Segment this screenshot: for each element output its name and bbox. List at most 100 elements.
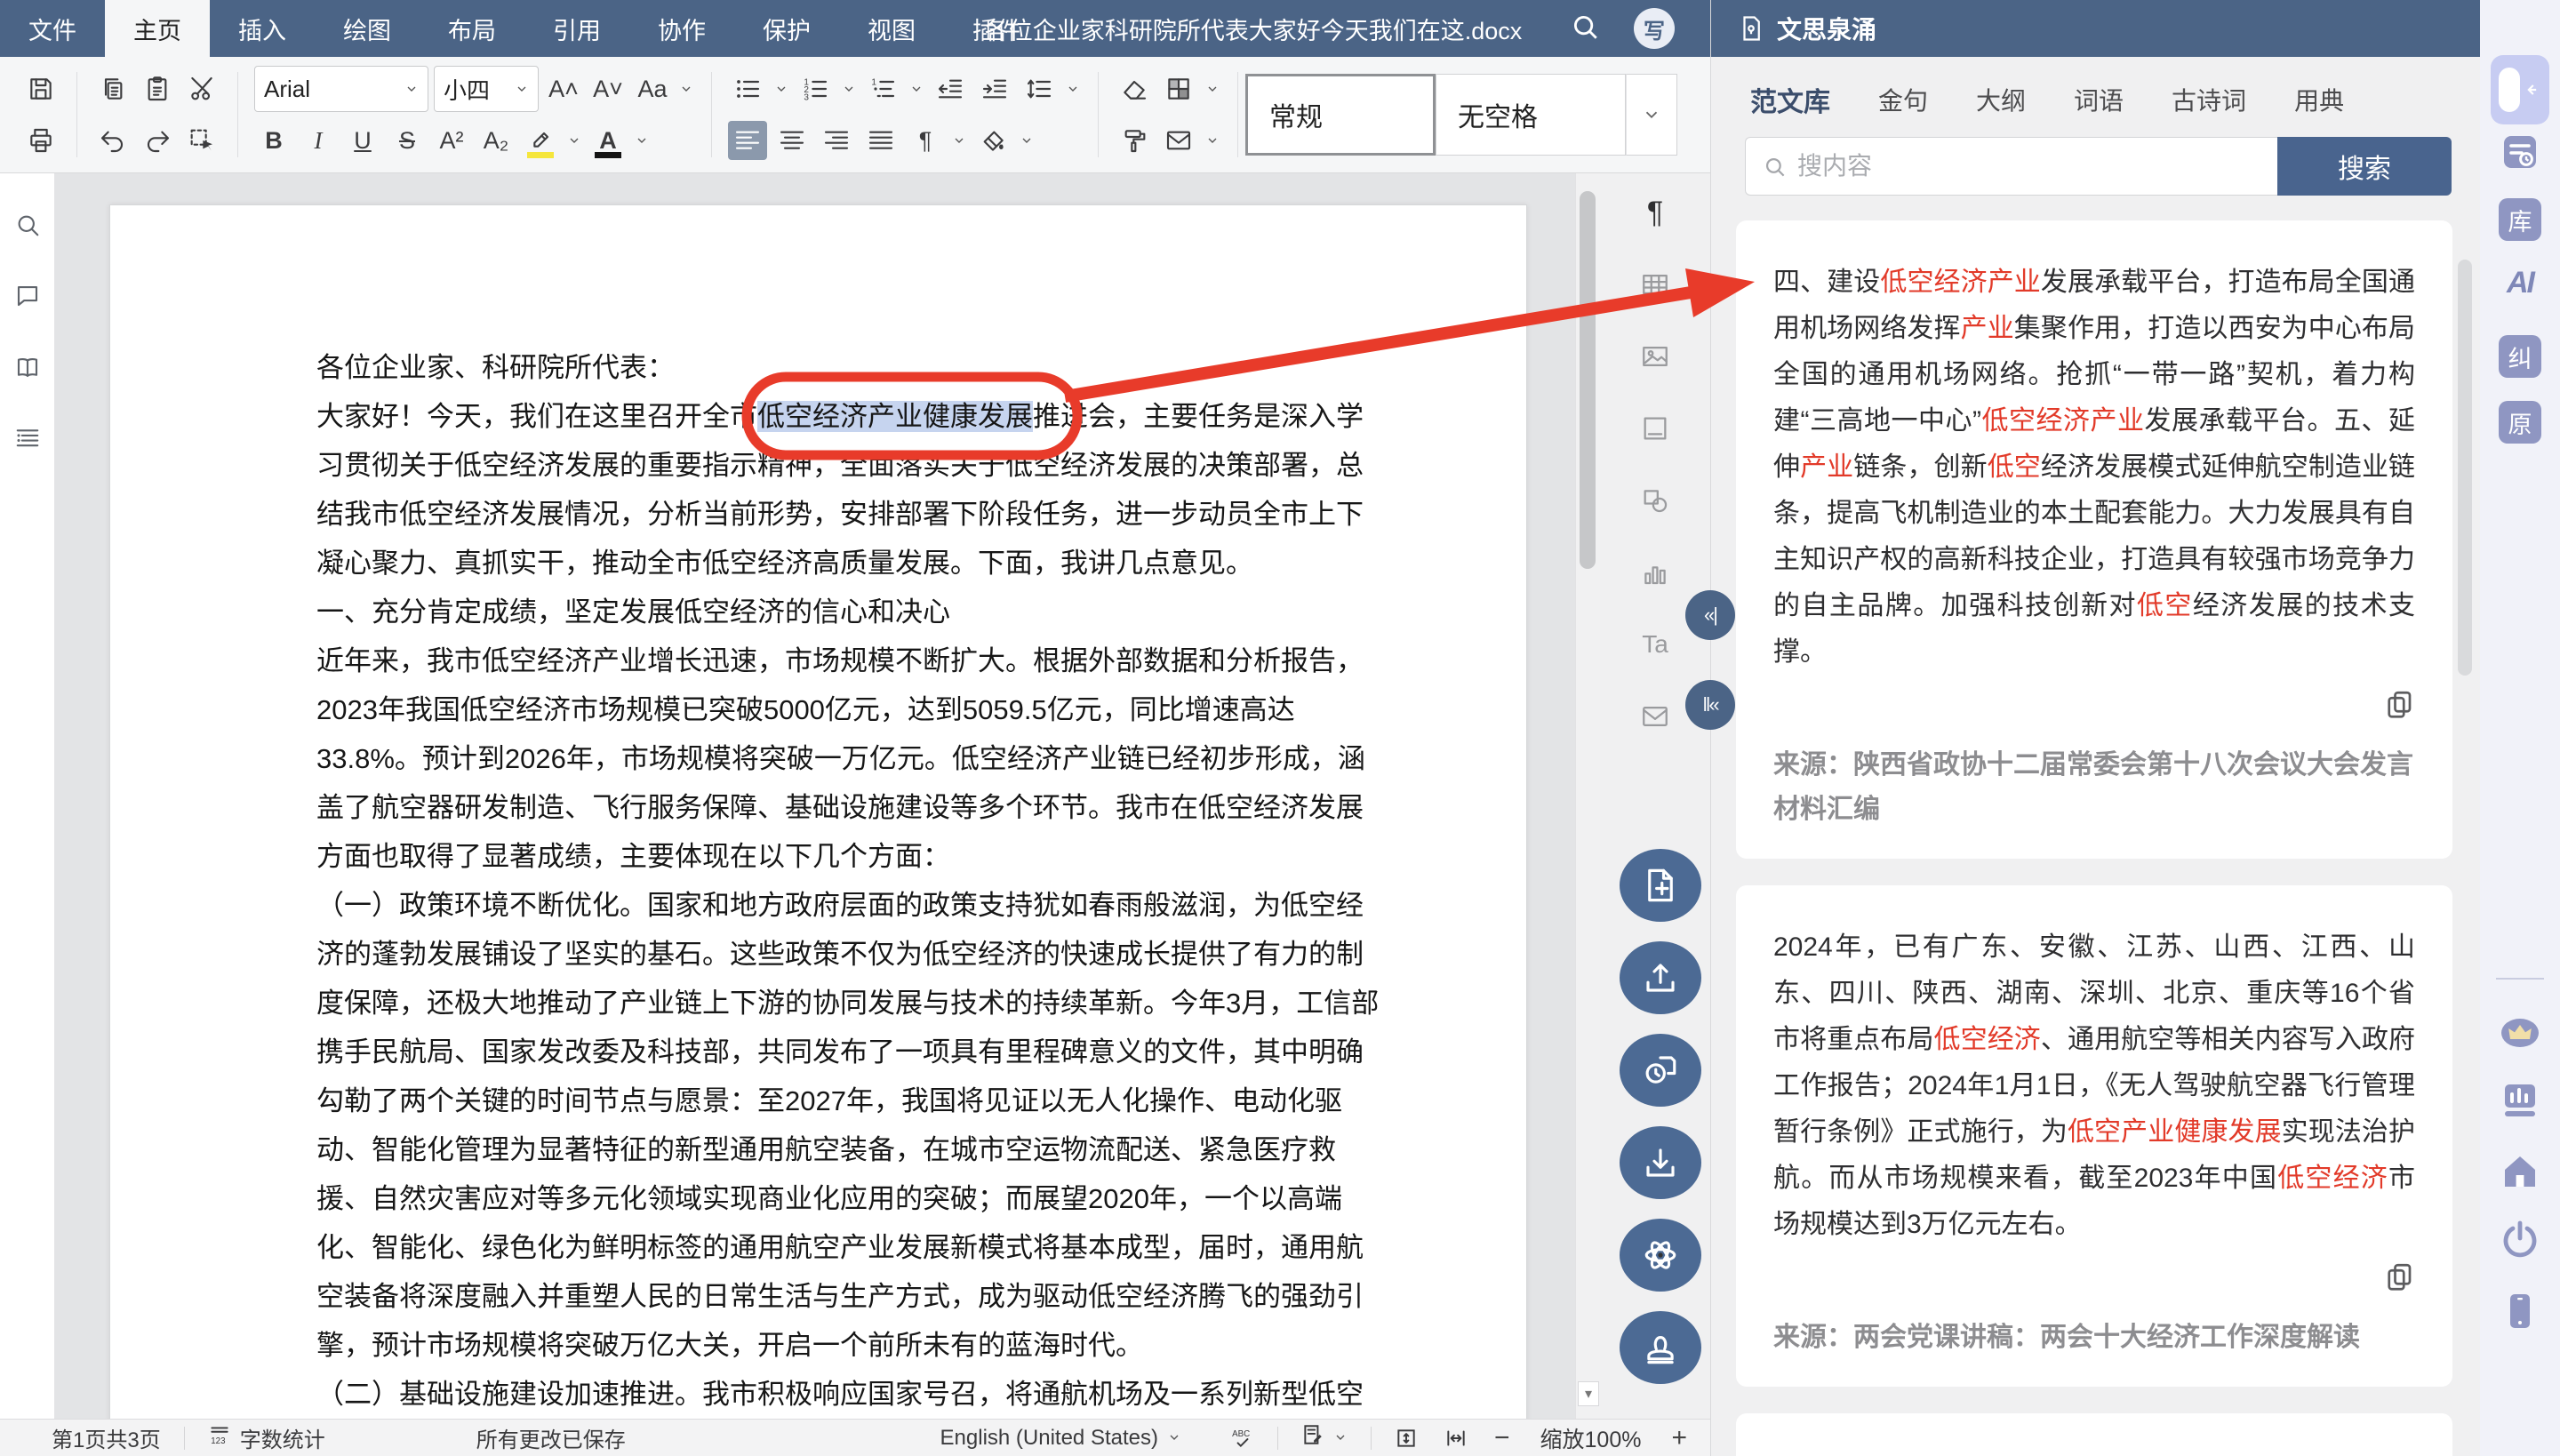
zoom-in-button[interactable]: + [1671,1423,1687,1453]
document-line[interactable]: 空装备将深度融入并重塑人民的日常生活与生产方式，成为驱动低空经济腾飞的强劲引 [316,1272,1446,1321]
increase-indent-button[interactable] [975,69,1014,108]
correct-icon[interactable]: 纠 [2499,335,2541,378]
superscript-button[interactable]: A² [432,121,471,160]
menu-tab-文件[interactable]: 文件 [0,0,105,57]
document-line[interactable]: 盖了航空器研发制造、飞行服务保障、基础设施建设等多个环节。我市在低空经济发展 [316,783,1446,832]
outline-icon[interactable] [10,420,45,456]
search-icon[interactable] [10,207,45,243]
panel-tab-用典[interactable]: 用典 [2294,82,2344,117]
font-name-select[interactable]: Arial [254,66,428,112]
bold-button[interactable]: B [254,121,293,160]
stamp-button[interactable] [1620,1311,1701,1384]
highlight-color-button[interactable] [521,121,560,160]
copy-icon[interactable] [1773,688,2415,720]
change-case-button[interactable]: Aa [633,69,672,108]
document-line[interactable]: 33.8%。预计到2026年，市场规模将突破一万亿元。低空经济产业链已经初步形成… [316,734,1446,783]
align-left-button[interactable] [728,121,767,160]
decrease-font-button[interactable]: A˅ [588,69,628,108]
underline-button[interactable]: U [343,121,382,160]
download-button[interactable] [1620,1126,1701,1199]
new-doc-button[interactable] [1620,849,1701,922]
atom-button[interactable] [1620,1219,1701,1292]
paragraph-marks-dropdown[interactable] [950,121,968,160]
track-changes-button[interactable] [1301,1423,1348,1452]
subscript-button[interactable]: A₂ [476,121,516,160]
clear-format-button[interactable] [1115,69,1154,108]
panel-tab-古诗词[interactable]: 古诗词 [2172,82,2246,117]
print-button[interactable] [21,121,60,160]
copy-icon[interactable] [1773,1260,2415,1292]
mail-merge-dropdown[interactable] [1204,121,1221,160]
document-line[interactable]: 2023年我国低空经济市场规模已突破5000亿元，达到5059.5亿元，同比增速… [316,685,1446,734]
vip-crown-icon[interactable] [2499,1012,2541,1054]
document-line[interactable]: 习贯彻关于低空经济发展的重要指示精神，全面落实关于低空经济发展的决策部署，总 [316,441,1446,490]
align-justify-button[interactable] [861,121,900,160]
numbered-list-button[interactable]: 123 [796,69,835,108]
menu-tab-布局[interactable]: 布局 [420,0,524,57]
textbox-icon[interactable] [1636,409,1675,448]
panel-handle-1[interactable]: «| [1685,590,1735,640]
document-line[interactable]: 援、自然灾害应对等多元化领域实现商业化应用的突破；而展望2020年，一个以高端 [316,1174,1446,1223]
align-right-button[interactable] [817,121,856,160]
style-normal[interactable]: 常规 [1245,74,1436,156]
comment-icon[interactable] [10,278,45,314]
panel-tab-范文库[interactable]: 范文库 [1750,80,1830,119]
spell-check-button[interactable]: ABC [1231,1427,1254,1450]
envelope-icon[interactable] [1636,697,1675,736]
undo-button[interactable] [93,121,132,160]
history-button[interactable] [1620,1034,1701,1107]
mobile-icon[interactable] [2499,1290,2541,1332]
document-line[interactable]: 大家好！今天，我们在这里召开全市低空经济产业健康发展推进会，主要任务是深入学 [316,392,1446,441]
document-line[interactable]: 动、智能化管理为显著特征的新型通用航空装备，在城市空运物流配送、紧急医疗救 [316,1125,1446,1174]
borders-button[interactable] [1159,69,1198,108]
table-icon[interactable] [1636,265,1675,304]
menu-tab-引用[interactable]: 引用 [524,0,629,57]
panel-search-button[interactable]: 搜索 [2277,137,2452,196]
document-line[interactable]: 近年来，我市低空经济产业增长迅速，市场规模不断扩大。根据外部数据和分析报告， [316,636,1446,685]
document-line[interactable]: 携手民航局、国家发改委及科技部，共同发布了一项具有里程碑意义的文件，其中明确 [316,1028,1446,1076]
power-icon[interactable] [2499,1219,2541,1261]
panel-handle-2[interactable]: ‖« [1685,680,1735,730]
fit-width-button[interactable] [1444,1427,1468,1450]
menu-tab-绘图[interactable]: 绘图 [315,0,420,57]
style-no-space[interactable]: 无空格 [1436,74,1626,156]
bullet-list-dropdown[interactable] [772,69,790,108]
cut-button[interactable] [182,69,221,108]
chart-icon[interactable] [1636,553,1675,592]
redo-button[interactable] [138,121,177,160]
shading-dropdown[interactable] [1018,121,1036,160]
document-line[interactable]: 化、智能化、绿色化为鲜明标签的通用航空产业发展新模式将基本成型，届时，通用航 [316,1223,1446,1272]
numbered-list-dropdown[interactable] [840,69,858,108]
font-color-dropdown[interactable] [633,121,651,160]
collapse-panel-button[interactable] [2491,55,2549,124]
document-line[interactable]: （二）基础设施建设加速推进。我市积极响应国家号召，将通航机场及一系列新型低空 [316,1370,1446,1419]
increase-font-button[interactable]: A˄ [544,69,583,108]
document-line[interactable]: 济的蓬勃发展铺设了坚实的基石。这些政策不仅为低空经济的快速成长提供了有力的制 [316,930,1446,979]
search-icon[interactable] [1570,12,1600,46]
origin-icon[interactable]: 原 [2499,401,2541,444]
bullet-list-button[interactable] [728,69,767,108]
library-icon[interactable]: 库 [2499,198,2541,241]
document-line[interactable]: 各位企业家、科研院所代表： [316,343,1446,392]
result-card[interactable]: 2024年，已有广东、安徽、江苏、山西、江西、山东、四川、陕西、湖南、深圳、北京… [1736,885,2452,1387]
line-spacing-dropdown[interactable] [1064,69,1082,108]
save-button[interactable] [21,69,60,108]
panel-search-input[interactable] [1745,137,2277,196]
font-color-button[interactable]: A [588,121,628,160]
panel-scrollbar-thumb[interactable] [2458,260,2472,676]
result-card[interactable]: 四、建设低空经济产业发展承载平台，打造布局全国通用机场网络发挥产业集聚作用，打造… [1736,220,2452,859]
multilevel-list-button[interactable]: 1 [863,69,902,108]
menu-tab-主页[interactable]: 主页 [105,0,210,57]
panel-tab-大纲[interactable]: 大纲 [1976,82,2026,117]
format-painter-button[interactable] [1115,121,1154,160]
scrollbar-thumb[interactable] [1580,191,1596,569]
document-page[interactable]: 各位企业家、科研院所代表：大家好！今天，我们在这里召开全市低空经济产业健康发展推… [109,204,1527,1419]
document-line[interactable]: 一、充分肯定成绩，坚定发展低空经济的信心和决心 [316,588,1446,636]
avatar[interactable]: 写 [1634,8,1675,49]
pilcrow-icon[interactable]: ¶ [1636,193,1675,232]
result-card[interactable]: 2024年，已有广东、安徽、江苏、山西、江西、山东、四川、陕西、湖南、深圳、北京… [1736,1413,2452,1456]
document-line[interactable]: 方面也取得了显著成绩，主要体现在以下几个方面： [316,832,1446,881]
document-line[interactable]: （一）政策环境不断优化。国家和地方政府层面的政策支持犹如春雨般滋润，为低空经 [316,881,1446,930]
strikethrough-button[interactable]: S [388,121,427,160]
home-icon[interactable] [2499,1149,2541,1192]
